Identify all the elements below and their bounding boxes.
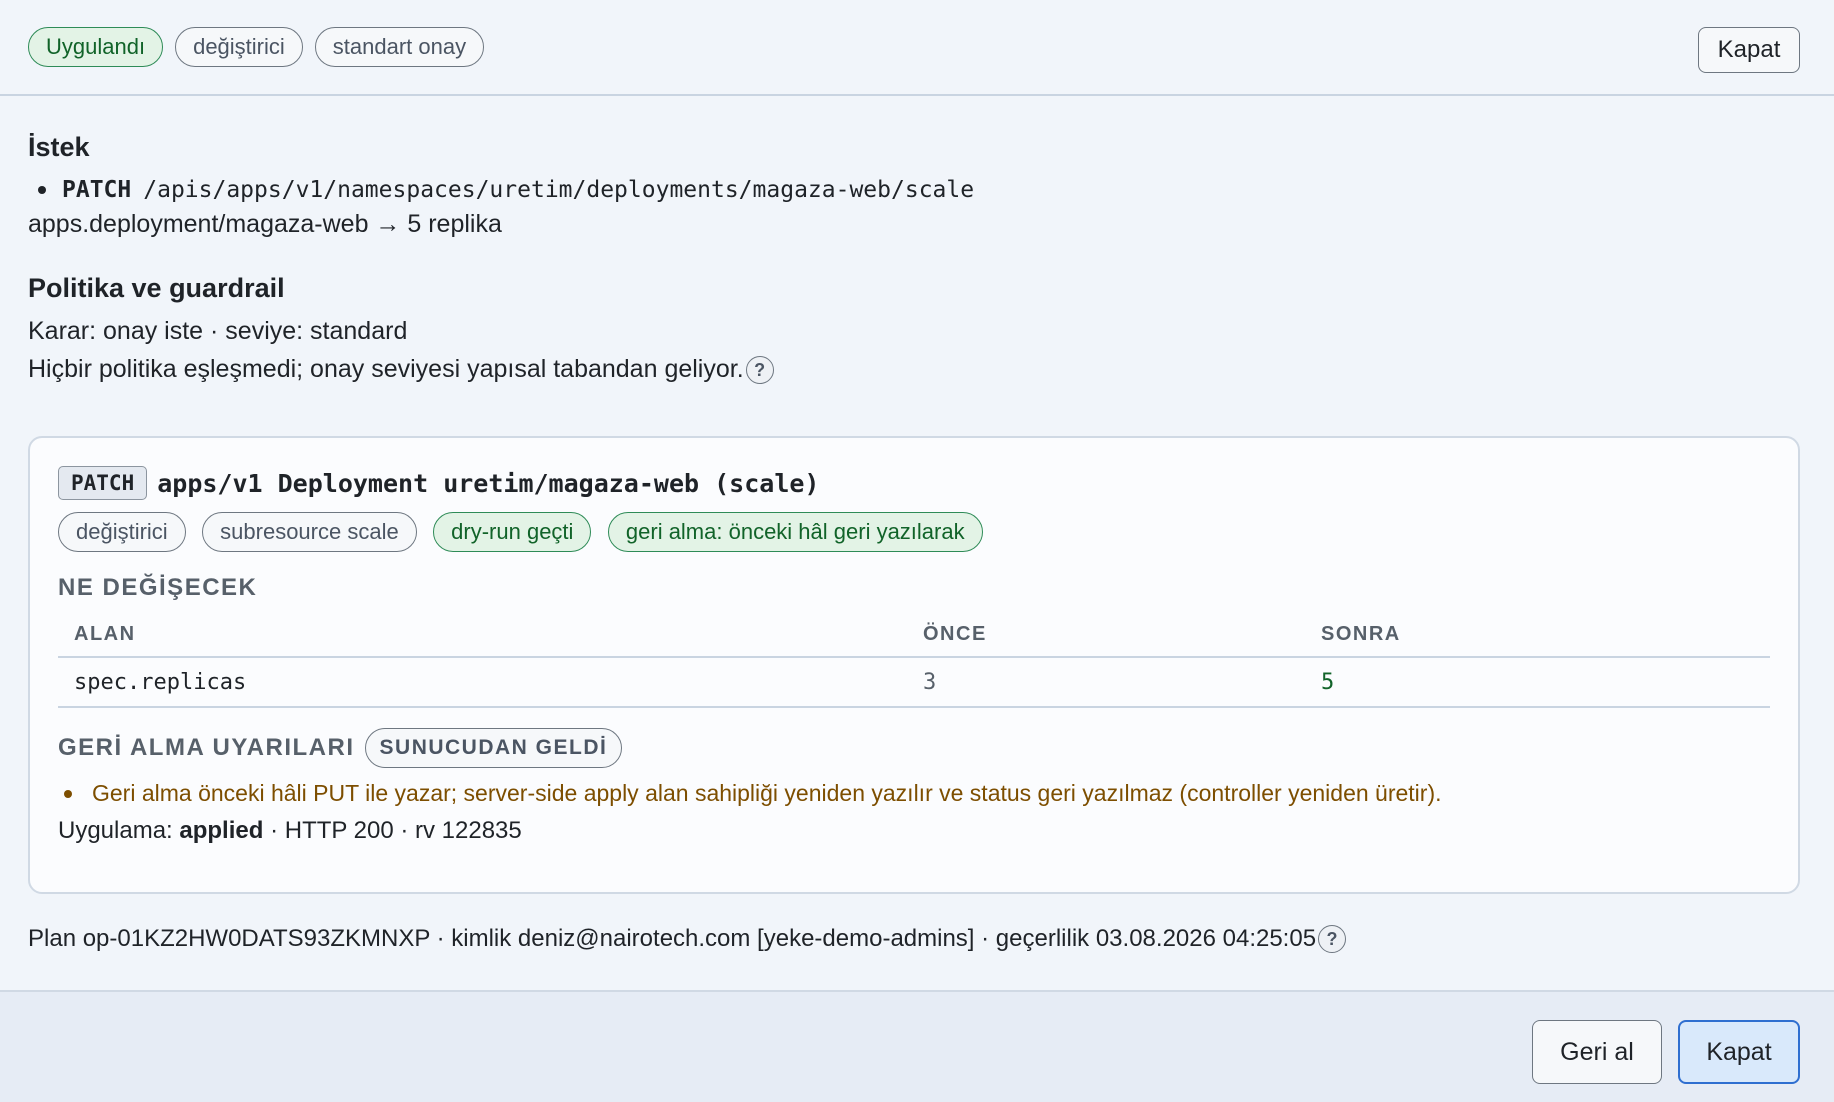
request-path: /apis/apps/v1/namespaces/uretim/deployme… bbox=[143, 177, 975, 203]
row-after: 5 bbox=[1305, 657, 1770, 708]
operation-target: apps/v1 Deployment uretim/magaza-web (sc… bbox=[157, 468, 820, 498]
row-before: 3 bbox=[907, 657, 1305, 708]
operation-heading: PATCH apps/v1 Deployment uretim/magaza-w… bbox=[58, 466, 1770, 500]
execution-prefix: Uygulama: bbox=[58, 817, 173, 844]
plan-help-icon[interactable]: ? bbox=[1318, 925, 1347, 953]
bullet bbox=[38, 186, 46, 194]
bullet bbox=[64, 789, 72, 798]
operation-card: PATCH apps/v1 Deployment uretim/magaza-w… bbox=[28, 436, 1800, 894]
execution-result: Uygulama: applied · HTTP 200 · rv 122835 bbox=[58, 813, 1770, 849]
rollback-warning-text: Geri alma önceki hâli PUT ile yazar; ser… bbox=[92, 780, 1442, 806]
rollback-warning-item: Geri alma önceki hâli PUT ile yazar; ser… bbox=[58, 780, 1770, 807]
changes-table: ALAN ÖNCE SONRA spec.replicas 3 5 bbox=[58, 612, 1770, 708]
request-summary: apps.deployment/magaza-web → 5 replika bbox=[28, 210, 502, 238]
dialog-body: İstek PATCH /apis/apps/v1/namespaces/ure… bbox=[0, 132, 1834, 388]
badge-approval-level: standart onay bbox=[314, 27, 485, 67]
column-after: SONRA bbox=[1305, 612, 1770, 658]
column-field: ALAN bbox=[58, 612, 907, 658]
plan-info: Plan op-01KZ2HW0DATS93ZKMNXP · kimlik de… bbox=[28, 920, 1347, 958]
close-button[interactable]: Kapat bbox=[1678, 1020, 1800, 1084]
status-badge-applied: Uygulandı bbox=[28, 27, 164, 67]
column-before: ÖNCE bbox=[907, 612, 1305, 658]
table-row: spec.replicas 3 5 bbox=[58, 657, 1770, 708]
policy-help-icon[interactable]: ? bbox=[745, 356, 774, 385]
rollback-source-badge: SUNUCUDAN GELDİ bbox=[364, 728, 623, 768]
tag-mutating: değiştirici bbox=[58, 512, 186, 552]
changes-header-row: ALAN ÖNCE SONRA bbox=[58, 612, 1770, 658]
operation-verb-badge: PATCH bbox=[58, 466, 148, 500]
tag-subresource: subresource scale bbox=[202, 512, 417, 552]
rollback-heading: GERİ ALMA UYARILARI SUNUCUDAN GELDİ bbox=[58, 728, 1770, 768]
policy-note: Hiçbir politika eşleşmedi; onay seviyesi… bbox=[28, 355, 744, 383]
request-endpoint: PATCH /apis/apps/v1/namespaces/uretim/de… bbox=[28, 177, 1806, 203]
tag-rollback-strategy: geri alma: önceki hâl geri yazılarak bbox=[607, 512, 983, 552]
changes-title: NE DEĞİŞECEK bbox=[58, 574, 258, 601]
close-button-top[interactable]: Kapat bbox=[1698, 27, 1800, 73]
row-field: spec.replicas bbox=[58, 657, 907, 708]
rollback-title: GERİ ALMA UYARILARI bbox=[58, 734, 355, 761]
operation-tags: değiştirici subresource scale dry-run ge… bbox=[58, 512, 1770, 552]
tag-dry-run: dry-run geçti bbox=[433, 512, 592, 552]
policy-decision: Karar: onay iste · seviye: standard bbox=[28, 317, 408, 345]
plan-text: Plan op-01KZ2HW0DATS93ZKMNXP · kimlik de… bbox=[28, 925, 1317, 952]
dialog-footer: Geri al Kapat bbox=[0, 990, 1834, 1102]
undo-button[interactable]: Geri al bbox=[1532, 1020, 1662, 1084]
execution-details: · HTTP 200 · rv 122835 bbox=[263, 817, 522, 844]
policy-title: Politika ve guardrail bbox=[28, 273, 285, 303]
execution-status: applied bbox=[179, 817, 264, 844]
badge-mutating: değiştirici bbox=[175, 27, 303, 67]
dialog-header: Uygulandı değiştirici standart onay Kapa… bbox=[0, 0, 1834, 96]
request-title: İstek bbox=[28, 132, 90, 162]
request-method: PATCH bbox=[62, 177, 132, 203]
policy-note-row: Hiçbir politika eşleşmedi; onay seviyesi… bbox=[28, 350, 1806, 388]
